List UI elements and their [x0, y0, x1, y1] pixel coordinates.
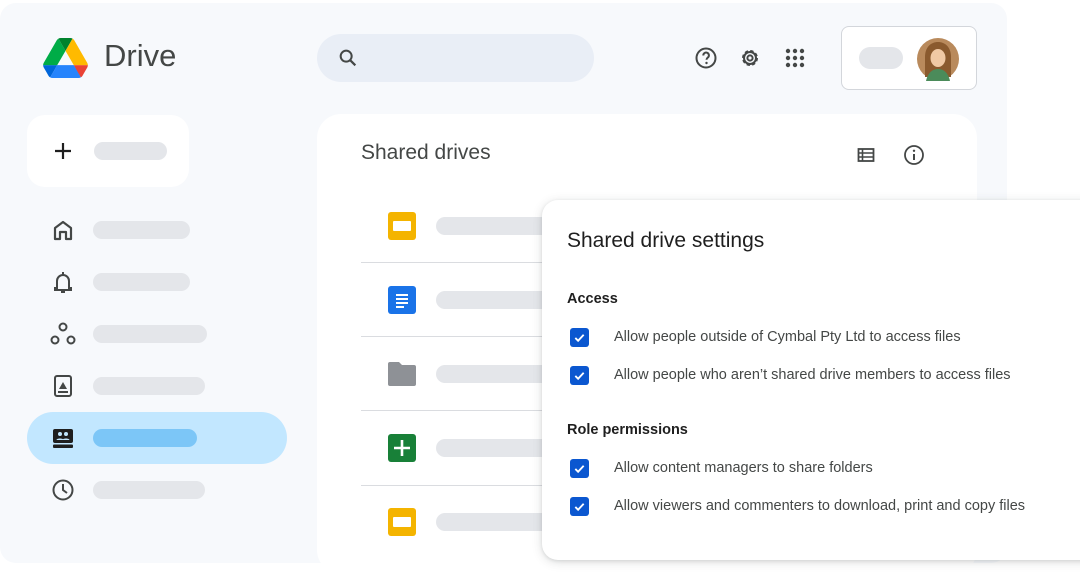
drive-logo-icon [43, 38, 88, 78]
notifications-icon[interactable] [52, 270, 74, 294]
sidebar-item-my-drive[interactable] [93, 377, 205, 395]
row-divider [361, 336, 561, 337]
list-view-icon[interactable] [857, 146, 875, 164]
search-bar[interactable] [317, 34, 594, 82]
sidebar-item-shared-drives[interactable] [93, 429, 197, 447]
option-label: Allow people outside of Cymbal Pty Ltd t… [614, 329, 961, 345]
row-divider [361, 262, 561, 263]
checkmark-icon [574, 372, 585, 381]
checkbox-non-member-access[interactable] [570, 366, 589, 385]
new-label-placeholder [94, 142, 167, 160]
page-title: Shared drives [361, 141, 491, 164]
sidebar-item-home[interactable] [93, 221, 190, 239]
section-heading-access: Access [567, 291, 618, 307]
settings-icon[interactable] [738, 46, 762, 70]
shared-with-me-icon[interactable] [50, 322, 76, 346]
docs-file-icon [388, 286, 416, 314]
row-divider [361, 410, 561, 411]
app-title: Drive [104, 38, 177, 73]
sidebar-item-activity[interactable] [93, 273, 190, 291]
row-divider [361, 485, 561, 486]
checkbox-viewers-download[interactable] [570, 497, 589, 516]
slides-file-icon [388, 508, 416, 536]
dialog-title: Shared drive settings [567, 229, 765, 252]
sheets-file-icon [388, 434, 416, 462]
option-label: Allow content managers to share folders [614, 460, 873, 476]
new-button[interactable] [27, 115, 189, 187]
checkbox-outside-access[interactable] [570, 328, 589, 347]
option-label: Allow viewers and commenters to download… [614, 498, 1026, 514]
account-switcher[interactable] [841, 26, 977, 90]
recent-clock-icon[interactable] [51, 478, 75, 502]
search-icon [339, 49, 357, 67]
slides-file-icon [388, 212, 416, 240]
section-heading-role-permissions: Role permissions [567, 422, 688, 438]
checkmark-icon [574, 334, 585, 343]
option-label: Allow people who aren’t shared drive mem… [614, 367, 1011, 383]
home-icon[interactable] [52, 219, 74, 241]
plus-icon [55, 143, 71, 159]
help-icon[interactable] [694, 46, 718, 70]
account-name-placeholder [859, 47, 903, 69]
checkmark-icon [574, 503, 585, 512]
avatar [917, 38, 959, 81]
checkbox-managers-share-folders[interactable] [570, 459, 589, 478]
sidebar-item-shared[interactable] [93, 325, 207, 343]
checkmark-icon [574, 465, 585, 474]
sidebar-item-recent[interactable] [93, 481, 205, 499]
folder-icon [388, 362, 416, 386]
shared-drives-icon [53, 429, 73, 448]
info-icon[interactable] [903, 144, 925, 166]
drive-storage-icon[interactable] [52, 374, 74, 398]
apps-icon[interactable] [784, 47, 806, 69]
